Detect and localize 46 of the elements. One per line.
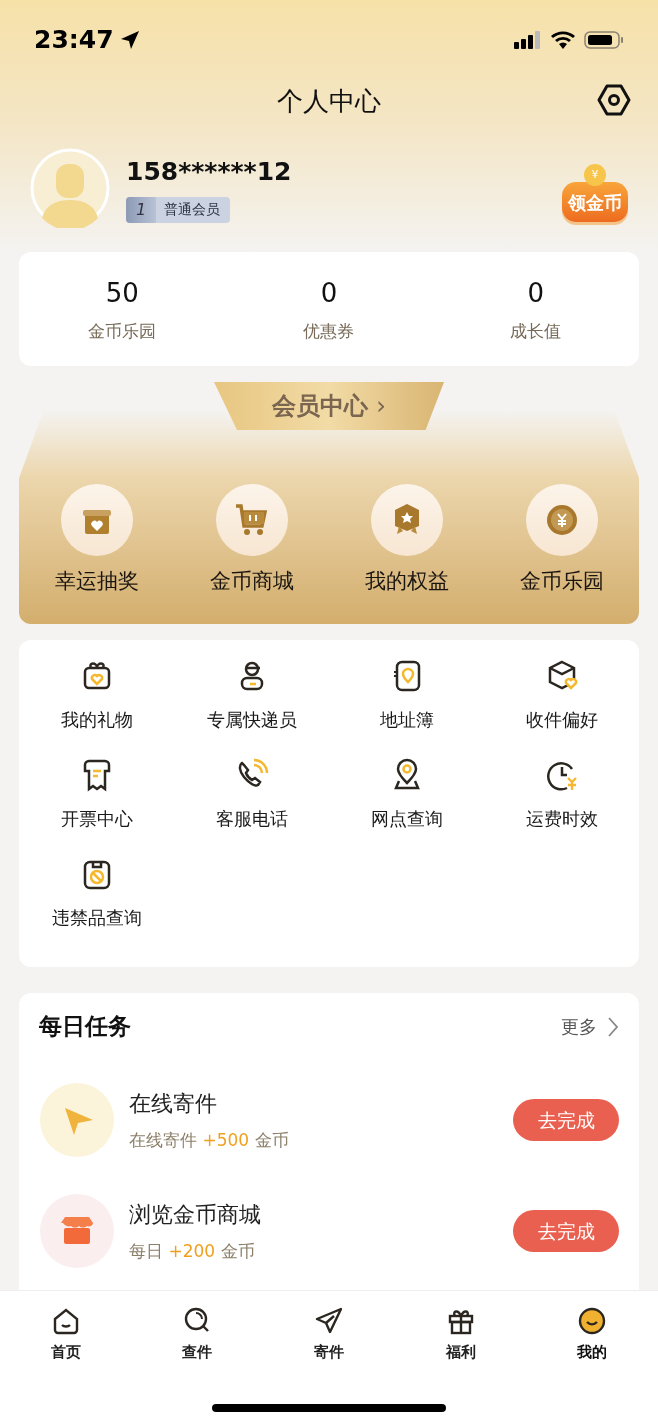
wifi-icon [550, 30, 576, 50]
service-item[interactable]: 运费时效 [484, 756, 639, 832]
stat-value: 0 [320, 276, 338, 310]
tab-item[interactable]: 寄件 [263, 1305, 395, 1364]
clock-time: 23:47 [34, 24, 114, 57]
service-item[interactable]: 我的礼物 [19, 657, 174, 733]
member-benefit-item[interactable]: 幸运抽奖 [19, 484, 174, 598]
settings-button[interactable] [596, 82, 632, 118]
service-item[interactable]: 开票中心 [19, 756, 174, 832]
task-title: 浏览金币商城 [129, 1200, 262, 1229]
shop-icon [39, 1193, 115, 1269]
stat-value: 50 [105, 276, 139, 310]
stat-label: 优惠券 [303, 319, 355, 343]
level-name: 普通会员 [164, 200, 221, 220]
stat-label: 成长值 [510, 319, 562, 343]
page-title: 个人中心 [277, 84, 381, 118]
task-reward: 每日 +200 金币 [129, 1239, 256, 1263]
location-arrow-icon [119, 30, 140, 50]
battery-icon [584, 30, 624, 50]
member-benefit-item[interactable]: 我的权益 [329, 484, 484, 598]
tab-item[interactable]: 福利 [394, 1305, 527, 1364]
service-item[interactable]: 专属快递员 [174, 657, 329, 733]
level-number: 1 [126, 196, 157, 223]
tab-item[interactable]: 我的 [526, 1305, 658, 1364]
task-title: 在线寄件 [129, 1089, 218, 1118]
service-item[interactable]: 违禁品查询 [19, 855, 174, 931]
settings-icon [597, 83, 631, 117]
more-link[interactable]: 更多 [561, 1013, 619, 1040]
signal-icon [514, 30, 542, 50]
phone-number: 158******12 [126, 156, 293, 189]
tab-item[interactable]: 查件 [131, 1305, 264, 1364]
task-reward: 在线寄件 +500 金币 [129, 1128, 290, 1152]
service-item[interactable]: 网点查询 [329, 756, 484, 832]
service-item[interactable]: 收件偏好 [484, 657, 639, 733]
chevron-right-icon [607, 1015, 619, 1038]
member-benefit-item[interactable]: 金币商城 [174, 484, 329, 598]
stat-label: 金币乐园 [88, 319, 157, 343]
member-benefit-item[interactable]: 金币乐园 [484, 484, 639, 598]
tab-item[interactable]: 首页 [0, 1305, 132, 1364]
section-title: 每日任务 [39, 1012, 131, 1042]
paper-plane-icon [39, 1082, 115, 1158]
service-item[interactable]: 地址簿 [329, 657, 484, 733]
coin-icon: ¥ [584, 164, 606, 186]
stat-value: 0 [527, 276, 544, 310]
service-item[interactable]: 客服电话 [174, 756, 329, 832]
member-center-banner[interactable]: 会员中心 › [214, 382, 444, 430]
